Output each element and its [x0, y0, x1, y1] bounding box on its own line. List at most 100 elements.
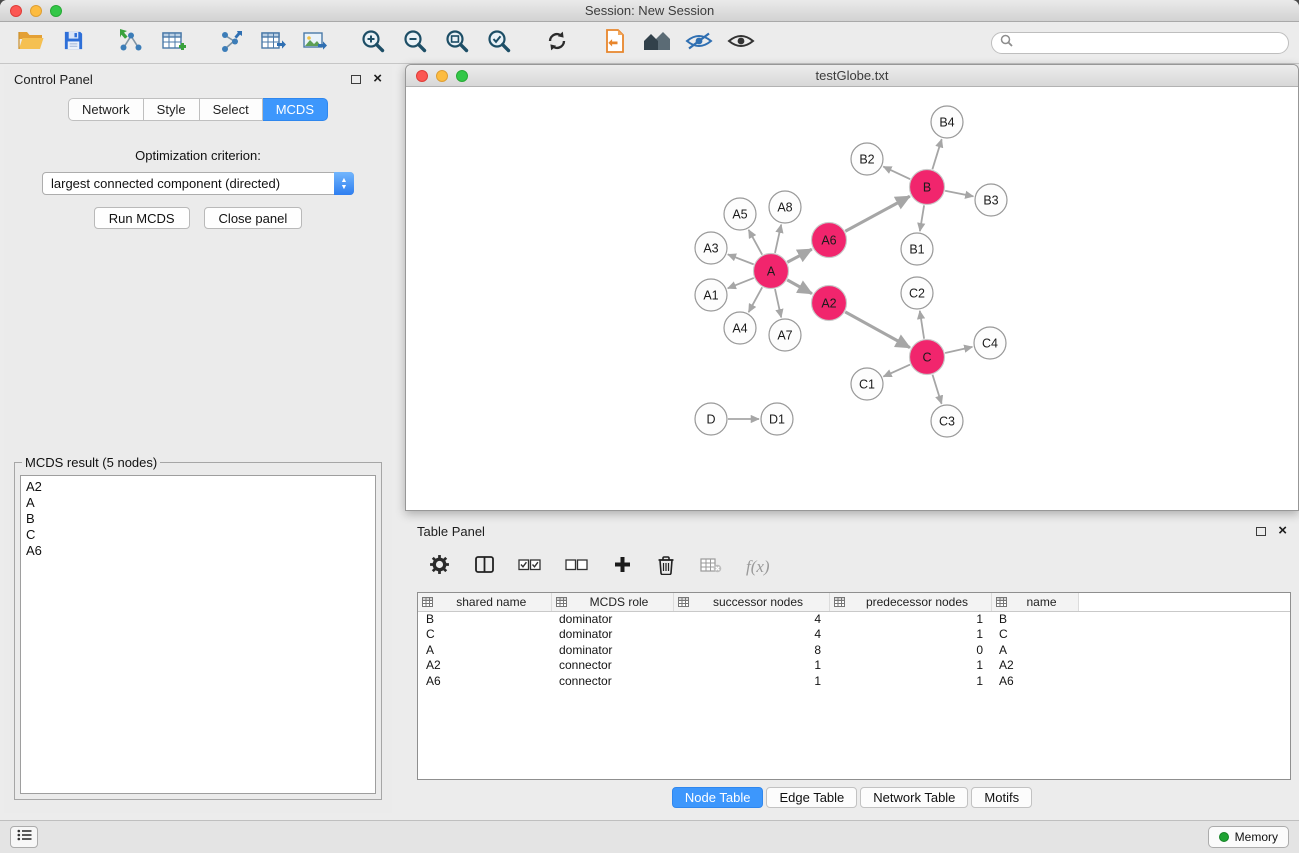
- table-cell[interactable]: dominator: [551, 643, 673, 659]
- open-session-button[interactable]: [10, 25, 52, 61]
- table-cell[interactable]: 8: [673, 643, 829, 659]
- table-cell[interactable]: 0: [829, 643, 991, 659]
- graph-node-B1[interactable]: B1: [901, 233, 933, 265]
- graph-edge-A6-B[interactable]: [845, 196, 910, 231]
- table-cell[interactable]: B: [418, 611, 551, 627]
- graph-edge-A-A5[interactable]: [749, 230, 763, 255]
- graph-edge-A-A1[interactable]: [728, 278, 754, 288]
- minimize-window-button[interactable]: [30, 5, 42, 17]
- table-cell[interactable]: C: [418, 627, 551, 643]
- tab-motifs[interactable]: Motifs: [971, 787, 1032, 808]
- select-all-button[interactable]: [518, 554, 541, 580]
- column-header-successor-nodes[interactable]: successor nodes: [673, 593, 829, 611]
- tab-select[interactable]: Select: [200, 98, 263, 121]
- graph-node-C1[interactable]: C1: [851, 368, 883, 400]
- graph-node-A[interactable]: A: [754, 254, 789, 289]
- table-cell[interactable]: A: [418, 643, 551, 659]
- birds-eye-view-button[interactable]: [720, 25, 762, 61]
- close-window-button[interactable]: [10, 5, 22, 17]
- table-cell[interactable]: 1: [673, 658, 829, 674]
- table-cell[interactable]: 1: [829, 627, 991, 643]
- table-row[interactable]: Adominator80A: [418, 643, 1290, 659]
- table-cell[interactable]: 1: [829, 674, 991, 690]
- function-builder-button[interactable]: f(x): [746, 554, 770, 580]
- mcds-result-list[interactable]: A2ABCA6: [20, 475, 376, 794]
- memory-button[interactable]: Memory: [1208, 826, 1289, 848]
- graph-node-A4[interactable]: A4: [724, 312, 756, 344]
- tab-style[interactable]: Style: [144, 98, 200, 121]
- graph-node-B3[interactable]: B3: [975, 184, 1007, 216]
- table-cell[interactable]: dominator: [551, 627, 673, 643]
- graph-edge-A2-C[interactable]: [845, 312, 910, 348]
- table-row[interactable]: A6connector11A6: [418, 674, 1290, 690]
- table-cell[interactable]: B: [991, 611, 1078, 627]
- table-cell[interactable]: 1: [829, 611, 991, 627]
- graph-edge-A-A7[interactable]: [775, 289, 781, 317]
- search-field[interactable]: [991, 32, 1289, 54]
- graph-node-C2[interactable]: C2: [901, 277, 933, 309]
- graph-node-C4[interactable]: C4: [974, 327, 1006, 359]
- delete-table-button[interactable]: [700, 554, 722, 580]
- graph-node-A5[interactable]: A5: [724, 198, 756, 230]
- table-row[interactable]: Cdominator41C: [418, 627, 1290, 643]
- float-panel-icon[interactable]: [351, 75, 361, 84]
- float-table-panel-icon[interactable]: [1256, 527, 1266, 536]
- add-column-button[interactable]: [612, 554, 632, 580]
- graph-edge-C-C3[interactable]: [933, 375, 942, 404]
- refresh-button[interactable]: [536, 25, 578, 61]
- table-cell[interactable]: dominator: [551, 611, 673, 627]
- graph-edge-C-C1[interactable]: [883, 365, 910, 377]
- table-cell[interactable]: A: [991, 643, 1078, 659]
- zoom-out-button[interactable]: [394, 25, 436, 61]
- column-header-predecessor-nodes[interactable]: predecessor nodes: [829, 593, 991, 611]
- export-network-button[interactable]: [210, 25, 252, 61]
- graph-edge-A-A2[interactable]: [787, 280, 812, 294]
- zoom-window-button[interactable]: [50, 5, 62, 17]
- table-cell[interactable]: 4: [673, 611, 829, 627]
- annotation-document-button[interactable]: [594, 25, 636, 61]
- close-panel-button[interactable]: Close panel: [204, 207, 303, 229]
- table-settings-button[interactable]: [429, 554, 450, 580]
- network-close-button[interactable]: [416, 70, 428, 82]
- graph-edge-C-C4[interactable]: [945, 347, 972, 353]
- tab-network[interactable]: Network: [68, 98, 144, 121]
- result-item[interactable]: A2: [26, 479, 370, 495]
- import-table-button[interactable]: [152, 25, 194, 61]
- graph-edge-B-B3[interactable]: [945, 191, 973, 197]
- import-network-button[interactable]: [110, 25, 152, 61]
- search-input[interactable]: [1018, 36, 1280, 50]
- result-item[interactable]: A: [26, 495, 370, 511]
- graph-edge-C-C2[interactable]: [920, 311, 924, 339]
- graph-edge-B-B1[interactable]: [920, 205, 924, 231]
- network-zoom-button[interactable]: [456, 70, 468, 82]
- table-cell[interactable]: connector: [551, 674, 673, 690]
- table-cell[interactable]: 1: [829, 658, 991, 674]
- delete-column-button[interactable]: [656, 554, 676, 580]
- column-header-mcds-role[interactable]: MCDS role: [551, 593, 673, 611]
- graph-node-B[interactable]: B: [910, 170, 945, 205]
- graph-node-A1[interactable]: A1: [695, 279, 727, 311]
- table-cell[interactable]: A2: [991, 658, 1078, 674]
- tab-network-table[interactable]: Network Table: [860, 787, 968, 808]
- graph-node-A7[interactable]: A7: [769, 319, 801, 351]
- graph-edge-A-A8[interactable]: [775, 225, 781, 253]
- graph-edge-B-B2[interactable]: [883, 167, 910, 180]
- table-cell[interactable]: 1: [673, 674, 829, 690]
- save-session-button[interactable]: [52, 25, 94, 61]
- tab-node-table[interactable]: Node Table: [672, 787, 764, 808]
- table-cell[interactable]: A6: [418, 674, 551, 690]
- home-networks-button[interactable]: [636, 25, 678, 61]
- export-image-button[interactable]: [294, 25, 336, 61]
- graph-edge-B-B4[interactable]: [932, 139, 941, 169]
- table-row[interactable]: Bdominator41B: [418, 611, 1290, 627]
- graph-edge-A-A3[interactable]: [728, 254, 754, 264]
- zoom-fit-button[interactable]: [436, 25, 478, 61]
- table-cell[interactable]: A2: [418, 658, 551, 674]
- table-cell[interactable]: A6: [991, 674, 1078, 690]
- graph-node-D1[interactable]: D1: [761, 403, 793, 435]
- graph-node-C3[interactable]: C3: [931, 405, 963, 437]
- zoom-selected-button[interactable]: [478, 25, 520, 61]
- result-item[interactable]: A6: [26, 543, 370, 559]
- export-table-button[interactable]: [252, 25, 294, 61]
- column-header-name[interactable]: name: [991, 593, 1078, 611]
